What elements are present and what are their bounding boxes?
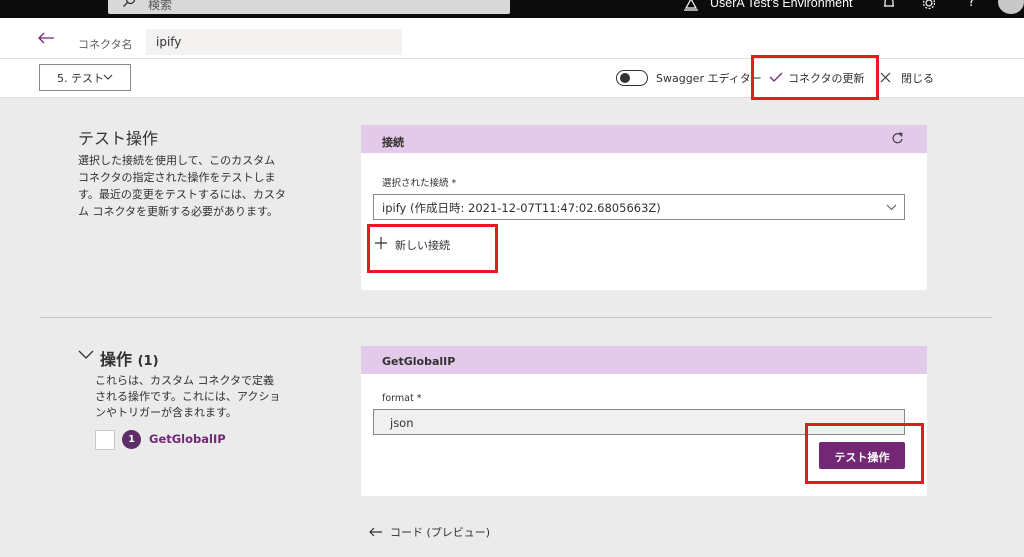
highlight-box xyxy=(751,55,879,100)
operations-title: 操作 (1) xyxy=(100,346,159,370)
bell-icon[interactable] xyxy=(882,0,896,10)
chevron-down-icon xyxy=(886,204,897,211)
chevron-down-icon[interactable] xyxy=(78,350,94,360)
operation-checkbox[interactable] xyxy=(95,430,115,450)
close-button[interactable]: 閉じる xyxy=(901,70,934,86)
swagger-editor-label: Swagger エディター xyxy=(656,72,762,85)
back-arrow-icon[interactable] xyxy=(37,31,55,45)
operations-title-text: 操作 xyxy=(100,350,133,369)
toggle-knob xyxy=(620,73,630,83)
operation-number-badge: 1 xyxy=(122,430,141,449)
selected-connection-label: 選択された接続 * xyxy=(382,178,457,189)
search-icon xyxy=(123,0,136,7)
operations-count: (1) xyxy=(137,354,159,369)
close-icon xyxy=(880,72,891,83)
back-arrow-icon[interactable] xyxy=(368,526,383,538)
environment-icon xyxy=(684,0,698,11)
connection-card-header xyxy=(361,125,927,153)
gear-icon[interactable] xyxy=(922,0,936,10)
chevron-down-icon xyxy=(103,74,113,80)
code-preview-link[interactable]: コード (プレビュー) xyxy=(390,524,490,540)
connector-name-input[interactable] xyxy=(146,29,402,55)
highlight-box xyxy=(805,423,924,484)
search-placeholder: 検索 xyxy=(148,0,173,12)
test-section-title: テスト操作 xyxy=(78,129,159,148)
test-section-description: 選択した接続を使用して、このカスタム コネクタの指定された操作をテストします。最… xyxy=(78,154,286,218)
operation-link[interactable]: GetGlobalIP xyxy=(149,432,226,446)
highlight-box xyxy=(367,224,498,273)
connection-card-title: 接続 xyxy=(382,136,404,149)
connection-select-value: ipify (作成日時: 2021-12-07T11:47:02.6805663… xyxy=(382,201,661,215)
connector-name-value: ipify xyxy=(156,35,182,49)
operation-card-title: GetGlobalIP xyxy=(382,355,456,368)
format-input-value: json xyxy=(390,416,414,430)
environment-name[interactable]: UserA Test's Environment xyxy=(710,0,853,10)
operations-description: これらは、カスタム コネクタで定義される操作です。これには、アクションやトリガー… xyxy=(95,374,281,419)
format-field-label: format * xyxy=(382,393,422,404)
refresh-icon[interactable] xyxy=(891,132,904,145)
section-divider xyxy=(40,317,992,318)
help-icon[interactable]: ? xyxy=(968,0,975,10)
step-dropdown-label: 5. テスト xyxy=(57,72,104,85)
connector-name-label: コネクタ名 xyxy=(78,38,133,51)
